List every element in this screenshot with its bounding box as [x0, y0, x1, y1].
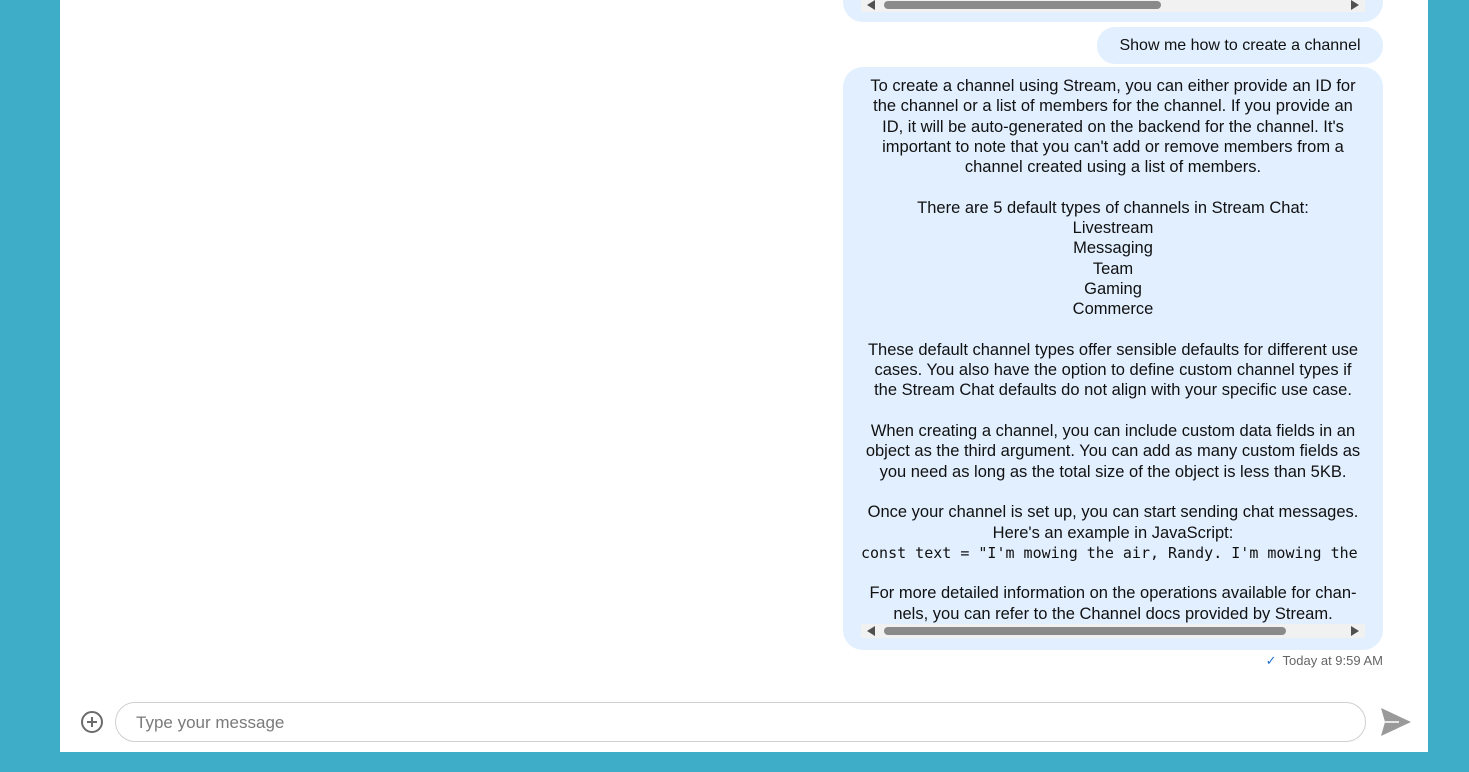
channel-type-item: Team	[1092, 259, 1134, 278]
channel-type-item: Gaming	[1084, 279, 1142, 298]
scroll-left-arrow-icon[interactable]	[867, 626, 875, 636]
bot-paragraph: To create a channel using Stream, you ca…	[870, 77, 1356, 177]
channel-type-item: Messaging	[1073, 239, 1153, 258]
check-icon: ✓	[1265, 653, 1277, 668]
code-snippet: const text = "I'm mowing the air, Randy.…	[861, 543, 1358, 562]
bot-paragraph: When creating a channel, you can include…	[865, 422, 1361, 481]
plus-circle-icon[interactable]	[80, 710, 104, 734]
previous-message-scrollbar[interactable]	[861, 0, 1365, 12]
bot-paragraph: For more detailed information on the ope…	[869, 584, 1357, 623]
user-message-text: Show me how to create a channel	[1119, 37, 1361, 54]
timestamp-text: Today at 9:59 AM	[1282, 653, 1383, 668]
channel-type-item: Commerce	[1072, 300, 1154, 319]
scroll-left-arrow-icon[interactable]	[867, 0, 875, 10]
bot-message-content: To create a channel using Stream, you ca…	[861, 76, 1365, 624]
send-icon[interactable]	[1379, 706, 1413, 738]
message-input[interactable]	[134, 703, 1338, 743]
chat-window: Show me how to create a channel To creat…	[60, 0, 1428, 752]
channel-type-item: Livestream	[1072, 219, 1154, 238]
scroll-right-arrow-icon[interactable]	[1351, 0, 1359, 10]
message-scrollbar[interactable]	[861, 624, 1365, 638]
user-message-bubble: Show me how to create a channel	[1097, 27, 1383, 64]
bot-paragraph: Once your channel is set up, you can sta…	[867, 503, 1359, 542]
scroll-right-arrow-icon[interactable]	[1351, 626, 1359, 636]
scrollbar-thumb[interactable]	[884, 627, 1286, 635]
bot-paragraph: There are 5 default types of channels in…	[917, 198, 1309, 217]
message-input-wrapper[interactable]	[115, 702, 1366, 743]
bot-paragraph: These default channel types offer sensib…	[867, 340, 1359, 400]
message-timestamp: ✓ Today at 9:59 AM	[1259, 652, 1383, 670]
scrollbar-thumb[interactable]	[884, 1, 1161, 9]
